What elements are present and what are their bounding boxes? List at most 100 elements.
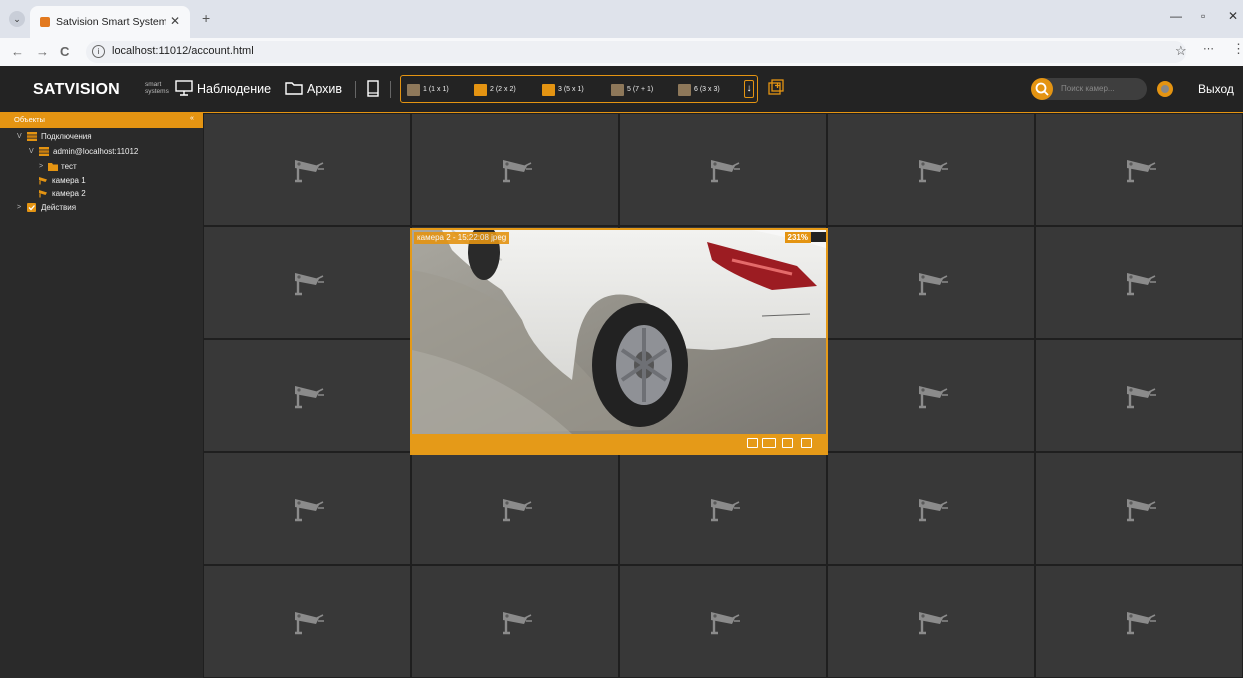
tab-close-icon[interactable]: ✕ xyxy=(170,14,180,28)
search-input[interactable]: Поиск камер... xyxy=(1061,84,1115,93)
camera-tile[interactable] xyxy=(1036,114,1242,225)
maximize-icon[interactable]: ▫ xyxy=(1201,9,1205,23)
browser-tab-bar: ⌄ Satvision Smart Systems: Наблюдение ✕ … xyxy=(0,0,1243,38)
app-header: SATVISION smart systems Наблюдение Архив… xyxy=(0,66,1243,113)
url-field[interactable]: i localhost:11012/account.html xyxy=(86,41,1186,63)
snapshot-icon[interactable] xyxy=(782,438,793,448)
camera-tile[interactable] xyxy=(1036,340,1242,451)
bookmark-star-icon[interactable]: ☆ xyxy=(1175,43,1187,59)
expand-arrow-icon[interactable]: V xyxy=(29,146,34,157)
camera-placeholder-icon xyxy=(503,611,532,634)
camera-search[interactable]: Поиск камер... xyxy=(1031,78,1147,100)
expand-arrow-icon[interactable]: > xyxy=(39,161,43,172)
layout-grid-icon xyxy=(611,84,624,96)
search-icon[interactable] xyxy=(1031,78,1053,100)
collapse-sidebar-icon[interactable]: « xyxy=(190,115,194,122)
camera-placeholder-icon xyxy=(919,498,948,521)
divider xyxy=(390,81,391,98)
camera-tile[interactable] xyxy=(412,114,618,225)
layout-label: 1 (1 x 1) xyxy=(423,86,449,93)
tree-item-label: камера 2 xyxy=(52,189,86,198)
expand-arrow-icon[interactable]: V xyxy=(17,131,22,142)
archive-label: Архив xyxy=(307,82,343,96)
tree-item-test-folder[interactable]: > тест xyxy=(39,161,139,172)
reload-icon[interactable]: C xyxy=(60,44,69,59)
monitoring-label: Наблюдение xyxy=(197,82,272,96)
browser-menu-icon[interactable]: ⋮ xyxy=(1232,41,1243,57)
camera-tile[interactable] xyxy=(204,114,410,225)
camera-tile[interactable] xyxy=(204,227,410,338)
extensions-icon[interactable]: ⋯ xyxy=(1203,42,1214,55)
tree-item-label: admin@localhost:11012 xyxy=(53,147,139,156)
camera-icon xyxy=(39,190,47,198)
add-layout-icon[interactable] xyxy=(768,79,784,95)
tree-item-actions[interactable]: > Действия xyxy=(17,202,137,213)
minimize-icon[interactable]: — xyxy=(1170,9,1182,23)
logo-subtitle: smart systems xyxy=(145,81,169,95)
browser-tab[interactable]: Satvision Smart Systems: Наблюдение ✕ xyxy=(30,6,190,38)
camera-tile[interactable] xyxy=(1036,566,1242,677)
tree-item-camera-1[interactable]: камера 1 xyxy=(39,175,139,186)
tab-title: Satvision Smart Systems: Наблюдение xyxy=(56,16,166,28)
camera-placeholder-icon xyxy=(919,272,948,295)
camera-placeholder-icon xyxy=(919,385,948,408)
camera-tile[interactable] xyxy=(1036,453,1242,564)
download-icon[interactable] xyxy=(801,438,812,448)
layout-dropdown-button[interactable]: ↓ xyxy=(744,80,754,98)
logout-button[interactable]: Выход xyxy=(1198,82,1234,96)
camera-tile[interactable] xyxy=(828,227,1034,338)
zoom-badge: 231% xyxy=(784,232,811,243)
address-bar: ← → C i localhost:11012/account.html ☆ ⋯… xyxy=(0,38,1243,66)
server-icon xyxy=(39,147,49,156)
camera-placeholder-icon xyxy=(711,611,740,634)
camera-tile[interactable] xyxy=(620,114,826,225)
camera-tile[interactable] xyxy=(204,566,410,677)
camera-placeholder-icon xyxy=(503,498,532,521)
camera-tile[interactable] xyxy=(828,114,1034,225)
active-camera-tile[interactable]: камера 2 - 15:22:08 jpeg 231% xyxy=(410,228,828,455)
camera-placeholder-icon xyxy=(295,159,324,182)
camera-tile[interactable] xyxy=(412,453,618,564)
copy-icon[interactable] xyxy=(747,438,758,448)
sidebar-header: Объекты « xyxy=(0,113,203,128)
close-window-icon[interactable]: ✕ xyxy=(1228,9,1238,23)
layout-grid-icon xyxy=(474,84,487,96)
camera-placeholder-icon xyxy=(295,385,324,408)
site-info-icon[interactable]: i xyxy=(92,45,105,58)
tree-item-server[interactable]: V admin@localhost:11012 xyxy=(29,146,199,157)
new-tab-button[interactable]: + xyxy=(202,10,210,26)
camera-placeholder-icon xyxy=(1127,498,1156,521)
layout-label: 3 (5 x 1) xyxy=(558,86,584,93)
record-video-icon[interactable] xyxy=(762,438,776,448)
layout-label: 5 (7 + 1) xyxy=(627,86,654,93)
expand-arrow-icon[interactable]: > xyxy=(17,202,21,213)
tree-item-label: Подключения xyxy=(41,132,92,141)
camera-tile[interactable] xyxy=(204,453,410,564)
camera-tile[interactable] xyxy=(828,453,1034,564)
layout-label: 2 (2 x 2) xyxy=(490,86,516,93)
back-icon[interactable]: ← xyxy=(11,44,24,59)
tree-item-camera-2[interactable]: камера 2 xyxy=(39,188,139,199)
camera-tile[interactable] xyxy=(620,566,826,677)
camera-video-frame[interactable]: камера 2 - 15:22:08 jpeg 231% xyxy=(412,230,826,434)
camera-tile[interactable] xyxy=(412,566,618,677)
forward-icon[interactable]: → xyxy=(36,44,49,59)
favicon-icon xyxy=(40,17,50,27)
camera-tile[interactable] xyxy=(620,453,826,564)
camera-placeholder-icon xyxy=(919,611,948,634)
camera-tile[interactable] xyxy=(204,340,410,451)
user-avatar-icon[interactable] xyxy=(1157,81,1173,97)
tree-item-label: камера 1 xyxy=(52,176,86,185)
checkbox-icon xyxy=(27,203,36,212)
monitor-icon xyxy=(175,80,193,96)
tree-item-label: Действия xyxy=(41,203,77,212)
camera-tile[interactable] xyxy=(828,566,1034,677)
camera-tile[interactable] xyxy=(828,340,1034,451)
tree-item-connections[interactable]: V Подключения xyxy=(17,131,157,142)
camera-snapshot xyxy=(412,230,826,434)
url-text[interactable]: localhost:11012/account.html xyxy=(112,45,254,57)
tab-search-icon[interactable]: ⌄ xyxy=(9,11,25,27)
camera-placeholder-icon xyxy=(1127,159,1156,182)
camera-placeholder-icon xyxy=(1127,611,1156,634)
camera-tile[interactable] xyxy=(1036,227,1242,338)
